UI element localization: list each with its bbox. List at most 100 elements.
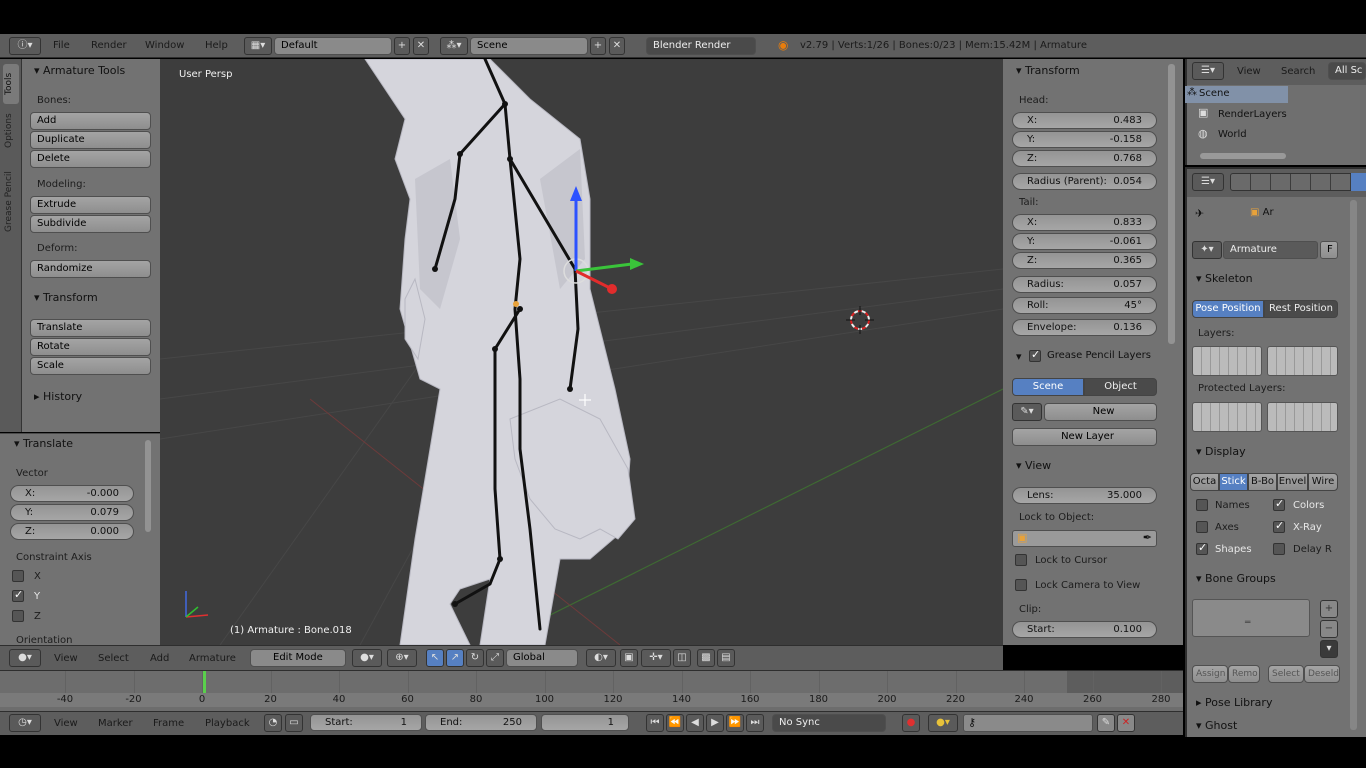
transform-tools-header[interactable]: ▾ Transform [34, 291, 98, 304]
lock-range-icon[interactable]: ▭ [285, 714, 303, 732]
duplicate-button[interactable]: Duplicate [30, 131, 151, 149]
xray-icon[interactable]: ◫ [673, 649, 691, 667]
tab-grease-pencil-label[interactable]: Grease Pencil [4, 171, 14, 232]
grease-pencil-checkbox[interactable] [1029, 348, 1041, 362]
armature-menu[interactable]: Armature [189, 653, 236, 664]
current-frame-field[interactable]: 1 [541, 714, 629, 731]
outliner-item-world[interactable]: World [1218, 129, 1247, 140]
remove-scene-icon[interactable]: ✕ [609, 37, 625, 55]
scale-button[interactable]: Scale [30, 357, 151, 375]
outliner-item-renderlayers[interactable]: RenderLayers [1218, 109, 1287, 120]
bone-groups-list[interactable]: ═ [1192, 599, 1310, 637]
armature-name-field[interactable]: Armature [1223, 241, 1318, 259]
viewport-3d[interactable]: User Persp (1) Armature : Bone.018 [160, 59, 1003, 645]
bone-layers-grid-b[interactable] [1267, 346, 1338, 376]
end-frame-field[interactable]: End: 250 [425, 714, 537, 731]
constraint-y-checkbox[interactable] [12, 588, 24, 602]
randomize-button[interactable]: Randomize [30, 260, 151, 278]
preview-range-icon[interactable]: ◔ [264, 714, 282, 732]
gp-object-toggle[interactable]: Object [1084, 378, 1157, 396]
translate-operator-header[interactable]: ▾ Translate [14, 437, 73, 450]
lens-field[interactable]: Lens: 35.000 [1012, 487, 1157, 504]
tail-z-field[interactable]: Z: 0.365 [1012, 252, 1157, 269]
insert-keyframe-icon[interactable]: ✎ [1097, 714, 1115, 732]
timeline-view-menu[interactable]: View [54, 718, 78, 729]
play-icon[interactable]: ▶ [706, 714, 724, 732]
editor-type-icon[interactable]: ●▾ [9, 649, 41, 667]
roll-field[interactable]: Roll: 45° [1012, 297, 1157, 314]
assign-button[interactable]: Assign [1192, 665, 1228, 683]
vector-y-field[interactable]: Y: 0.079 [10, 504, 134, 521]
delete-keyframe-icon[interactable]: ✕ [1117, 714, 1135, 732]
properties-context-tabs[interactable] [1230, 173, 1366, 191]
jump-end-icon[interactable]: ⏭ [746, 714, 764, 732]
delay-refresh-checkbox[interactable] [1273, 543, 1285, 555]
add-menu[interactable]: Add [150, 653, 169, 664]
keying-icon[interactable]: ●▾ [928, 714, 958, 732]
render-preview-icon[interactable]: ▩ [697, 649, 715, 667]
timeline-playback-menu[interactable]: Playback [205, 718, 250, 729]
sync-dropdown[interactable]: No Sync [772, 714, 886, 732]
lock-object-field[interactable]: ▣ ✒ [1012, 530, 1157, 547]
radius-field[interactable]: Radius: 0.057 [1012, 276, 1157, 293]
tail-x-field[interactable]: X: 0.833 [1012, 214, 1157, 231]
lock-camera-checkbox[interactable] [1015, 579, 1027, 591]
current-frame-marker[interactable] [203, 671, 206, 693]
eyedropper-icon[interactable]: ✒ [1143, 531, 1152, 544]
gp-pencil-icon[interactable]: ✎▾ [1012, 403, 1042, 421]
screen-layout-icon[interactable]: ▦▾ [244, 37, 272, 55]
menu-render[interactable]: Render [91, 40, 127, 51]
translate-button[interactable]: Translate [30, 319, 151, 337]
remove-button[interactable]: Remo [1228, 665, 1260, 683]
armature-tools-header[interactable]: ▾ Armature Tools [34, 64, 125, 77]
gp-scene-toggle[interactable]: Scene [1012, 378, 1084, 396]
display-octa[interactable]: Octa [1190, 473, 1219, 491]
display-envelope[interactable]: Envel [1277, 473, 1308, 491]
pose-library-header[interactable]: ▸ Pose Library [1196, 696, 1272, 709]
viewport-shading-icon[interactable]: ●▾ [352, 649, 382, 667]
scene-icon[interactable]: ⁂▾ [440, 37, 468, 55]
deselect-button[interactable]: Deseld [1304, 665, 1340, 683]
names-checkbox[interactable] [1196, 499, 1208, 511]
layout-field[interactable]: Default [274, 37, 392, 55]
scale-manipulator-icon[interactable]: ⤢ [486, 649, 504, 667]
skeleton-header[interactable]: ▾ Skeleton [1196, 272, 1253, 285]
envelope-field[interactable]: Envelope: 0.136 [1012, 319, 1157, 336]
bone-group-add-icon[interactable]: + [1320, 600, 1338, 618]
properties-scrollbar[interactable] [1350, 200, 1357, 730]
constraint-z-checkbox[interactable] [12, 610, 24, 622]
info-editor-icon[interactable]: ⓘ▾ [9, 37, 41, 55]
head-z-field[interactable]: Z: 0.768 [1012, 150, 1157, 167]
operator-scrollbar[interactable] [145, 440, 151, 532]
n-panel-scrollbar[interactable] [1168, 64, 1175, 344]
display-header[interactable]: ▾ Display [1196, 445, 1246, 458]
head-y-field[interactable]: Y: -0.158 [1012, 131, 1157, 148]
keying-set-field[interactable]: ⚷ [963, 714, 1093, 732]
view-panel-header[interactable]: ▾ View [1016, 459, 1051, 472]
menu-file[interactable]: File [53, 40, 70, 51]
armature-pin-icon[interactable]: ✈ [1195, 207, 1204, 220]
display-stick[interactable]: Stick [1219, 473, 1248, 491]
axes-checkbox[interactable] [1196, 521, 1208, 533]
tail-y-field[interactable]: Y: -0.061 [1012, 233, 1157, 250]
jump-start-icon[interactable]: ⏮ [646, 714, 664, 732]
ghost-header[interactable]: ▾ Ghost [1196, 719, 1237, 732]
layers-icon[interactable]: ◐▾ [586, 649, 616, 667]
protected-layers-grid-a[interactable] [1192, 402, 1262, 432]
grease-pencil-header[interactable]: ▾ [1016, 350, 1022, 363]
properties-editor-icon[interactable]: ☰▾ [1192, 173, 1224, 191]
manipulator-toggle-icon[interactable]: ↖ [426, 649, 444, 667]
outliner-item-scene[interactable]: ⁂ Scene [1185, 86, 1288, 103]
rotate-button[interactable]: Rotate [30, 338, 151, 356]
protected-layers-grid-b[interactable] [1267, 402, 1338, 432]
timeline-marker-menu[interactable]: Marker [98, 718, 133, 729]
fake-user-button[interactable]: F [1320, 241, 1338, 259]
head-x-field[interactable]: X: 0.483 [1012, 112, 1157, 129]
rest-position-toggle[interactable]: Rest Position [1264, 300, 1338, 318]
add-button[interactable]: Add [30, 112, 151, 130]
shapes-checkbox[interactable] [1196, 541, 1208, 555]
select-button[interactable]: Select [1268, 665, 1304, 683]
tab-options-label[interactable]: Options [4, 113, 14, 148]
transform-panel-header[interactable]: ▾ Transform [1016, 64, 1080, 77]
prev-keyframe-icon[interactable]: ⏪ [666, 714, 684, 732]
